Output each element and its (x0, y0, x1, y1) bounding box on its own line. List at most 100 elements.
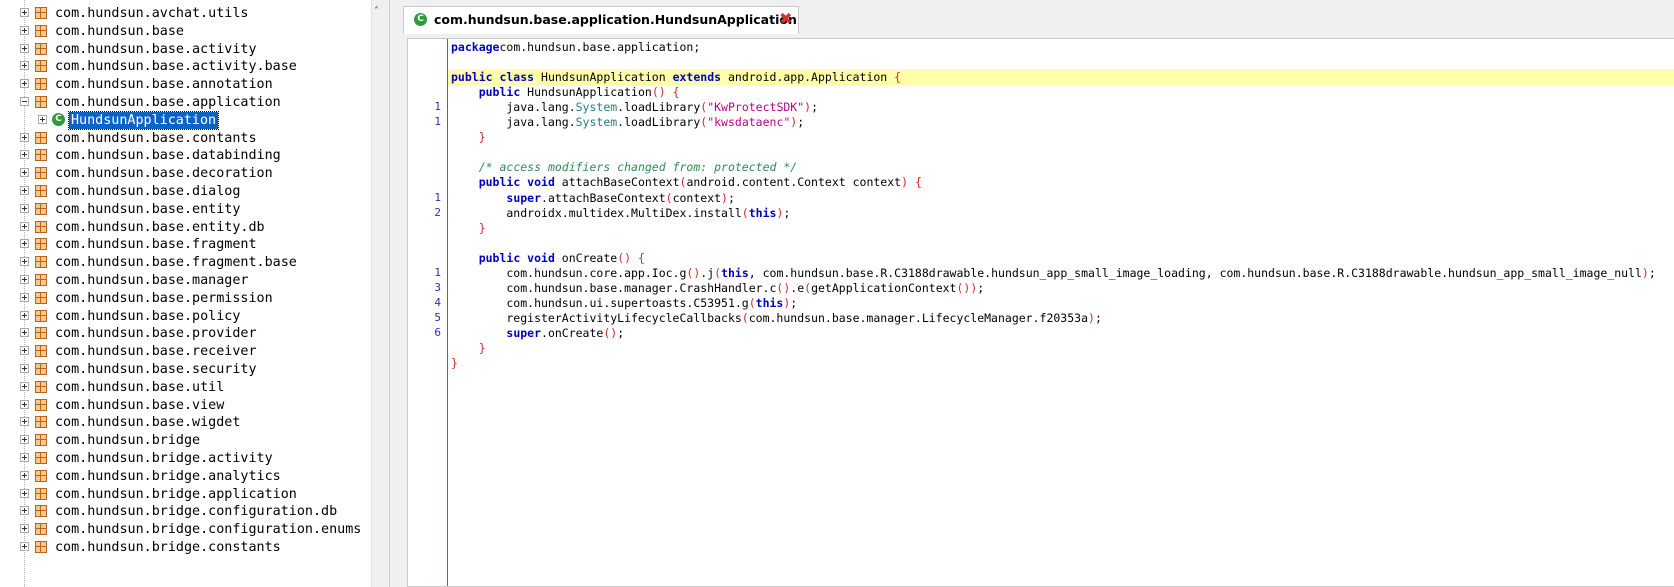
tree-item-package[interactable]: com.hundsun.base.dialog (0, 182, 370, 201)
code-token: ; (617, 325, 625, 340)
code-text: public void attachBaseContext(android.co… (451, 174, 922, 190)
expand-icon[interactable] (20, 346, 29, 356)
code-token: .attachBaseContext (541, 190, 666, 205)
tree-item-class[interactable]: C HundsunApplication (0, 110, 370, 130)
tree-item-package[interactable]: com.hundsun.base.receiver (0, 342, 370, 361)
expand-icon[interactable] (20, 203, 29, 213)
code-token: this (755, 295, 784, 310)
tree-item-package[interactable]: com.hundsun.base.provider (0, 324, 370, 343)
line-number: 1 (434, 190, 441, 204)
expand-icon[interactable] (20, 61, 29, 71)
expand-icon[interactable] (20, 417, 29, 427)
tree-item-package[interactable]: com.hundsun.bridge (0, 431, 370, 450)
expand-icon[interactable] (20, 470, 29, 480)
code-line: 6 super.onCreate(); (408, 325, 1668, 341)
expand-icon[interactable] (20, 8, 29, 17)
tree-item-label: com.hundsun.base.activity.base (55, 59, 297, 75)
tree-item-package[interactable]: com.hundsun.base.manager (0, 271, 370, 290)
line-number: 6 (434, 325, 441, 339)
expand-icon[interactable] (20, 381, 29, 391)
tree-item-package[interactable]: com.hundsun.base.contants (0, 129, 370, 148)
tree-item-package[interactable]: com.hundsun.bridge.configuration.enums (0, 520, 370, 539)
expand-icon[interactable] (20, 524, 29, 534)
code-editor[interactable]: packagecom.hundsun.base.application; publ… (407, 38, 1674, 587)
tab-hundsun-application[interactable]: C com.hundsun.base.application.HundsunAp… (403, 6, 799, 34)
tree-item-package[interactable]: com.hundsun.bridge.application (0, 485, 370, 504)
tree-item-package[interactable]: com.hundsun.base.view (0, 396, 370, 415)
expand-icon[interactable] (20, 132, 29, 142)
tree-item-package[interactable]: com.hundsun.base.fragment (0, 235, 370, 254)
tree-item-package[interactable]: com.hundsun.base.application (0, 93, 370, 112)
tree-item-package[interactable]: com.hundsun.base.activity.base (0, 57, 370, 76)
code-token: } (451, 356, 458, 371)
line-number: 1 (434, 265, 441, 279)
expand-icon[interactable] (20, 239, 29, 249)
tree-item-package[interactable]: com.hundsun.base.annotation (0, 75, 370, 94)
tree-item-package[interactable]: com.hundsun.base.databinding (0, 146, 370, 165)
code-token: , com.hundsun.base.R.C3188drawable.hunds… (748, 265, 1642, 280)
expand-icon[interactable] (20, 488, 29, 498)
expand-icon[interactable] (20, 186, 29, 195)
expand-icon[interactable] (20, 25, 29, 35)
expand-icon[interactable] (20, 435, 29, 445)
tree-item-package[interactable]: com.hundsun.base.wigdet (0, 413, 370, 432)
code-token: ; (811, 100, 819, 115)
tree-item-package[interactable]: com.hundsun.bridge.configuration.db (0, 502, 370, 521)
expand-icon[interactable] (20, 221, 29, 231)
code-token: .j (700, 265, 715, 280)
tree-item-label: com.hundsun.base (55, 23, 184, 39)
tree-item-package[interactable]: com.hundsun.base.fragment.base (0, 253, 370, 272)
code-token: ( (741, 205, 749, 220)
package-icon (35, 363, 47, 375)
code-token: com.hundsun.base.manager.CrashHandler.c (451, 280, 777, 295)
expand-icon[interactable] (20, 257, 29, 267)
tree-item-label: com.hundsun.base.entity (55, 201, 241, 217)
expand-icon[interactable] (20, 168, 29, 178)
tree-item-package[interactable]: com.hundsun.bridge.analytics (0, 467, 370, 486)
tree-item-package[interactable]: com.hundsun.base.policy (0, 307, 370, 326)
collapse-icon[interactable] (20, 97, 29, 106)
panel-splitter[interactable] (383, 0, 398, 587)
tree-item-package[interactable]: com.hundsun.base.decoration (0, 164, 370, 183)
expand-icon[interactable] (20, 399, 29, 409)
expand-icon[interactable] (20, 150, 29, 160)
expand-icon[interactable] (20, 506, 29, 516)
expand-icon[interactable] (20, 453, 29, 462)
tree-item-package[interactable]: com.hundsun.base (0, 22, 370, 41)
tree-item-package[interactable]: com.hundsun.base.security (0, 360, 370, 379)
code-line: packagecom.hundsun.base.application; (408, 39, 1668, 55)
tree-item-package[interactable]: com.hundsun.base.util (0, 378, 370, 397)
tree-item-package[interactable]: com.hundsun.avchat.utils (0, 4, 370, 23)
tree-scrollbar[interactable]: ˄ (371, 0, 383, 587)
tree-item-package[interactable]: com.hundsun.base.permission (0, 289, 370, 308)
expand-icon[interactable] (20, 542, 29, 551)
expand-icon[interactable] (20, 292, 29, 302)
tree-item-label: com.hundsun.base.annotation (55, 77, 273, 93)
tree-item-label: com.hundsun.base.activity (55, 41, 257, 57)
expand-icon[interactable] (38, 114, 47, 124)
expand-icon[interactable] (20, 310, 29, 320)
tree-item-package[interactable]: com.hundsun.base.entity.db (0, 218, 370, 237)
code-line: } (408, 340, 1668, 356)
scroll-up-arrow-icon[interactable]: ˄ (374, 7, 382, 17)
close-tab-icon[interactable]: ✖ (779, 11, 792, 27)
code-token: "KwProtectSDK" (707, 100, 805, 115)
code-text: com.hundsun.core.app.Ioc.g().j(this, com… (451, 265, 1655, 281)
tree-item-package[interactable]: com.hundsun.bridge.constants (0, 538, 370, 557)
code-token: android.content.Context context (686, 175, 902, 190)
tree-item-label: com.hundsun.bridge.configuration.db (55, 504, 338, 520)
expand-icon[interactable] (20, 328, 29, 338)
code-token: System (575, 100, 618, 115)
tree-item-package[interactable]: com.hundsun.base.entity (0, 200, 370, 219)
code-token: ( (665, 190, 673, 205)
expand-icon[interactable] (20, 43, 29, 53)
expand-icon[interactable] (20, 275, 29, 284)
package-icon (35, 541, 47, 553)
expand-icon[interactable] (20, 364, 29, 373)
expand-icon[interactable] (20, 79, 29, 89)
tree-item-package[interactable]: com.hundsun.bridge.activity (0, 449, 370, 468)
code-token: ; (1094, 310, 1102, 325)
tree-item-label: com.hundsun.bridge.activity (55, 451, 273, 466)
tree-item-package[interactable]: com.hundsun.base.activity (0, 40, 370, 59)
